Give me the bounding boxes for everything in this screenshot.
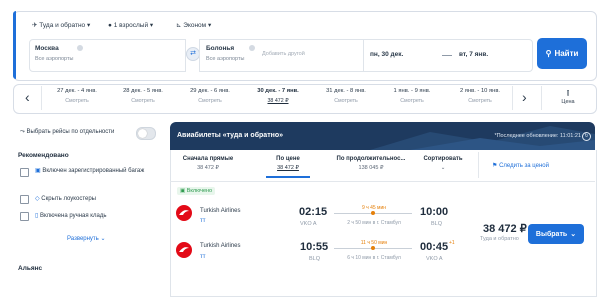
date-option[interactable]: 31 дек. - 8 янв. Смотреть: [314, 88, 378, 104]
chevron-left-icon[interactable]: ‹: [25, 89, 30, 105]
date-option[interactable]: 28 дек. - 5 янв. Смотреть: [111, 88, 175, 104]
sort-by-duration[interactable]: По продолжительнос... 138 045 ₽: [333, 156, 409, 171]
divider: [541, 86, 542, 110]
info-icon: [77, 45, 83, 51]
date-option[interactable]: 1 янв. - 9 янв. Смотреть: [380, 88, 444, 104]
tag-icon: ◇: [35, 196, 40, 202]
fare-icon: ᴛᴛ: [200, 218, 206, 224]
date-separator: [442, 55, 452, 56]
airline-name: Turkish Airlines: [200, 208, 241, 214]
arrival-time: 00:45: [420, 241, 449, 253]
recommended-title: Рекомендовано: [18, 152, 69, 159]
price-note: Туда и обратно: [480, 236, 519, 242]
chevron-down-icon: ⌄: [100, 236, 106, 242]
stop-info: 2 ч 50 мин в г. Стамбул: [347, 220, 401, 226]
search-button[interactable]: ⚲ Найти: [537, 38, 587, 69]
bag-icon: ▯: [35, 213, 39, 219]
arrival-code: VKO A: [426, 256, 443, 262]
dates-field[interactable]: пн, 30 дек. вт, 7 янв.: [363, 39, 533, 72]
refresh-icon[interactable]: ↻: [582, 132, 591, 141]
checkbox-checked-baggage[interactable]: [20, 168, 29, 177]
turkish-airlines-logo: [176, 242, 192, 258]
airline-name: Turkish Airlines: [200, 243, 241, 249]
to-field[interactable]: Болонья Все аэропорты Добавить другой: [199, 39, 365, 72]
date-option[interactable]: 27 дек. - 4 янв. Смотреть: [45, 88, 109, 104]
checkbox-hand-luggage[interactable]: [20, 212, 29, 221]
price-chart-button[interactable]: ⫾ Цена: [556, 88, 580, 105]
arrival-time: 10:00: [420, 206, 449, 218]
price: 38 472 ₽: [483, 223, 527, 235]
flight-duration: 9 ч 45 мин: [361, 205, 387, 211]
divider: [478, 152, 479, 178]
divider: [41, 86, 42, 110]
stop-info: 6 ч 10 мин в г. Стамбул: [347, 255, 401, 261]
chevron-right-icon[interactable]: ›: [522, 89, 527, 105]
person-icon: ●: [108, 22, 112, 29]
plane-icon: ⤳: [20, 129, 25, 135]
stop-dot: [371, 246, 375, 250]
arrival-code: BLQ: [431, 221, 443, 227]
add-other-link[interactable]: Добавить другой: [262, 51, 305, 57]
divider: [512, 86, 513, 110]
stop-dot: [371, 211, 375, 215]
date-option-selected[interactable]: 30 дек. - 7 янв. 38 472 ₽: [246, 88, 310, 104]
select-button[interactable]: Выбрать ⌄: [528, 224, 584, 244]
departure-code: VKO A: [300, 221, 317, 227]
departure-code: BLQ: [309, 256, 321, 262]
cabin-select[interactable]: ⊾ Эконом ▾: [176, 21, 211, 29]
divider: [170, 181, 595, 182]
active-sort-indicator: [266, 176, 310, 178]
included-badge: ▣ Включено: [177, 187, 216, 195]
date-option[interactable]: 2 янв. - 10 янв. Смотреть: [448, 88, 512, 104]
date-option[interactable]: 29 дек. - 6 янв. Смотреть: [178, 88, 242, 104]
bell-icon: ⚑: [492, 163, 498, 169]
separate-flights-toggle[interactable]: [136, 127, 156, 140]
bar-chart-icon: ⫾: [566, 88, 570, 97]
chevron-down-icon: ▾: [149, 22, 154, 29]
chevron-down-icon: ⌄: [440, 165, 446, 171]
track-price-link[interactable]: ⚑ Следить за ценой: [492, 162, 549, 169]
chevron-down-icon: ▾: [207, 22, 212, 29]
passengers-select[interactable]: ● 1 взрослый ▾: [108, 21, 153, 29]
seat-icon: ⊾: [176, 22, 182, 29]
results-title: Авиабилеты «туда и обратно»: [177, 132, 284, 139]
sort-by-price[interactable]: По цене 38 472 ₽: [256, 156, 320, 171]
departure-time: 02:15: [299, 206, 328, 218]
turkish-airlines-logo: [176, 205, 192, 221]
option-hand-luggage[interactable]: ▯ Включена ручная кладь: [35, 212, 106, 219]
plane-icon: ✈: [32, 22, 38, 29]
suitcase-icon: ▣: [35, 168, 41, 174]
from-field[interactable]: Москва Все аэропорты: [29, 39, 186, 72]
departure-time: 10:55: [300, 241, 329, 253]
day-offset: +1: [449, 240, 455, 246]
checkbox-hide-lowcost[interactable]: [20, 195, 29, 204]
chevron-down-icon: ⌄: [570, 231, 577, 238]
separate-flights-label: ⤳ Выбрать рейсы по отдельности: [20, 129, 115, 135]
swap-icon[interactable]: ⇄: [186, 47, 200, 61]
results-header: Авиабилеты «туда и обратно» *Последнее о…: [170, 122, 595, 150]
fare-icon: ᴛᴛ: [200, 254, 206, 260]
flight-duration: 11 ч 50 мин: [360, 240, 388, 246]
baggage-icon: ▣: [180, 188, 186, 194]
sort-direct-first[interactable]: Сначала прямые 38 472 ₽: [176, 156, 240, 171]
alliance-title: Альянс: [18, 265, 43, 272]
date-out[interactable]: пн, 30 дек.: [370, 51, 403, 58]
expand-link[interactable]: Развернуть ⌄: [67, 235, 106, 242]
info-icon: [249, 45, 255, 51]
search-icon: ⚲: [545, 49, 552, 58]
search-panel-accent: [13, 11, 16, 79]
option-checked-baggage[interactable]: ▣ Включен зарегистрированный багаж: [35, 167, 155, 176]
chevron-down-icon: ▾: [86, 22, 91, 29]
date-back[interactable]: вт, 7 янв.: [459, 51, 488, 58]
last-update: *Последнее обновление: 11:01:21: [494, 133, 581, 139]
trip-type-select[interactable]: ✈ Туда и обратно ▾: [32, 21, 90, 29]
option-hide-lowcost[interactable]: ◇ Скрыть лоукостеры: [35, 195, 96, 202]
sort-dropdown[interactable]: Сортировать ⌄: [415, 156, 471, 171]
